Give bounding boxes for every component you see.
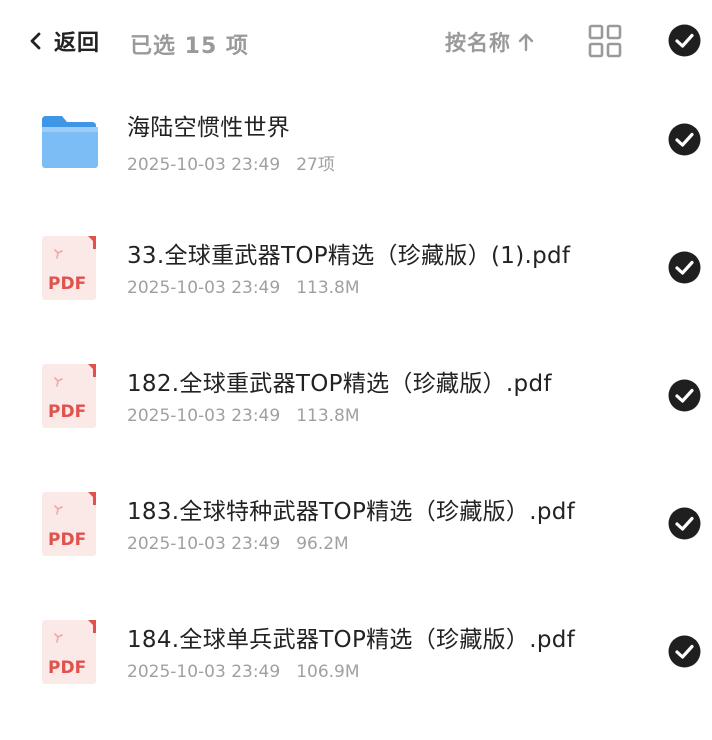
chevron-left-icon bbox=[30, 32, 41, 50]
file-size: 113.8M bbox=[296, 278, 360, 298]
file-row-folder[interactable]: 海陆空惯性世界 2025-10-03 23:49 27项 bbox=[0, 108, 712, 228]
file-name: 33.全球重武器TOP精选（珍藏版）(1).pdf bbox=[127, 243, 571, 269]
pdf-badge-text: PDF bbox=[48, 402, 86, 422]
sort-button[interactable]: 按名称 bbox=[445, 27, 535, 57]
file-meta: 2025-10-03 23:49 27项 bbox=[127, 150, 335, 175]
pdf-badge-text: PDF bbox=[48, 658, 86, 678]
file-name: 182.全球重武器TOP精选（珍藏版）.pdf bbox=[127, 371, 552, 397]
file-row-pdf[interactable]: PDF 182.全球重武器TOP精选（珍藏版）.pdf 2025-10-03 2… bbox=[0, 364, 712, 484]
file-row-pdf[interactable]: PDF 184.全球单兵武器TOP精选（珍藏版）.pdf 2025-10-03 … bbox=[0, 620, 712, 740]
select-all-check-icon[interactable] bbox=[668, 24, 701, 57]
file-row-pdf[interactable]: PDF 33.全球重武器TOP精选（珍藏版）(1).pdf 2025-10-03… bbox=[0, 236, 712, 356]
file-meta: 2025-10-03 23:49 96.2M bbox=[127, 534, 349, 554]
check-circle-icon[interactable] bbox=[668, 251, 701, 284]
file-date: 2025-10-03 23:49 bbox=[127, 155, 281, 175]
file-meta: 2025-10-03 23:49 113.8M bbox=[127, 278, 360, 298]
file-name: 183.全球特种武器TOP精选（珍藏版）.pdf bbox=[127, 499, 576, 525]
back-button[interactable]: 返回 bbox=[28, 26, 100, 56]
selection-header: 返回 已选 15 项 按名称 bbox=[0, 0, 712, 84]
file-row-pdf[interactable]: PDF 183.全球特种武器TOP精选（珍藏版）.pdf 2025-10-03 … bbox=[0, 492, 712, 612]
pdf-badge-text: PDF bbox=[48, 530, 86, 550]
check-circle-icon[interactable] bbox=[668, 507, 701, 540]
sort-label: 按名称 bbox=[445, 31, 511, 55]
file-meta: 2025-10-03 23:49 106.9M bbox=[127, 662, 360, 682]
file-size: 96.2M bbox=[296, 534, 349, 554]
arrow-up-icon bbox=[518, 33, 534, 52]
check-circle-icon[interactable] bbox=[668, 635, 701, 668]
pdf-file-icon: PDF bbox=[42, 620, 96, 684]
file-date: 2025-10-03 23:49 bbox=[127, 278, 281, 298]
selection-count: 已选 15 项 bbox=[130, 34, 249, 59]
file-date: 2025-10-03 23:49 bbox=[127, 662, 281, 682]
folder-icon bbox=[42, 116, 98, 168]
file-date: 2025-10-03 23:49 bbox=[127, 406, 281, 426]
file-name: 海陆空惯性世界 bbox=[127, 115, 291, 141]
pdf-file-icon: PDF bbox=[42, 236, 96, 300]
back-label: 返回 bbox=[54, 31, 101, 56]
pdf-file-icon: PDF bbox=[42, 364, 96, 428]
file-size: 27项 bbox=[296, 155, 335, 175]
check-circle-icon[interactable] bbox=[668, 123, 701, 156]
file-date: 2025-10-03 23:49 bbox=[127, 534, 281, 554]
check-circle-icon[interactable] bbox=[668, 379, 701, 412]
file-name: 184.全球单兵武器TOP精选（珍藏版）.pdf bbox=[127, 627, 576, 653]
grid-view-icon[interactable] bbox=[588, 24, 622, 58]
pdf-file-icon: PDF bbox=[42, 492, 96, 556]
file-meta: 2025-10-03 23:49 113.8M bbox=[127, 406, 360, 426]
file-size: 106.9M bbox=[296, 662, 360, 682]
pdf-badge-text: PDF bbox=[48, 274, 86, 294]
file-size: 113.8M bbox=[296, 406, 360, 426]
